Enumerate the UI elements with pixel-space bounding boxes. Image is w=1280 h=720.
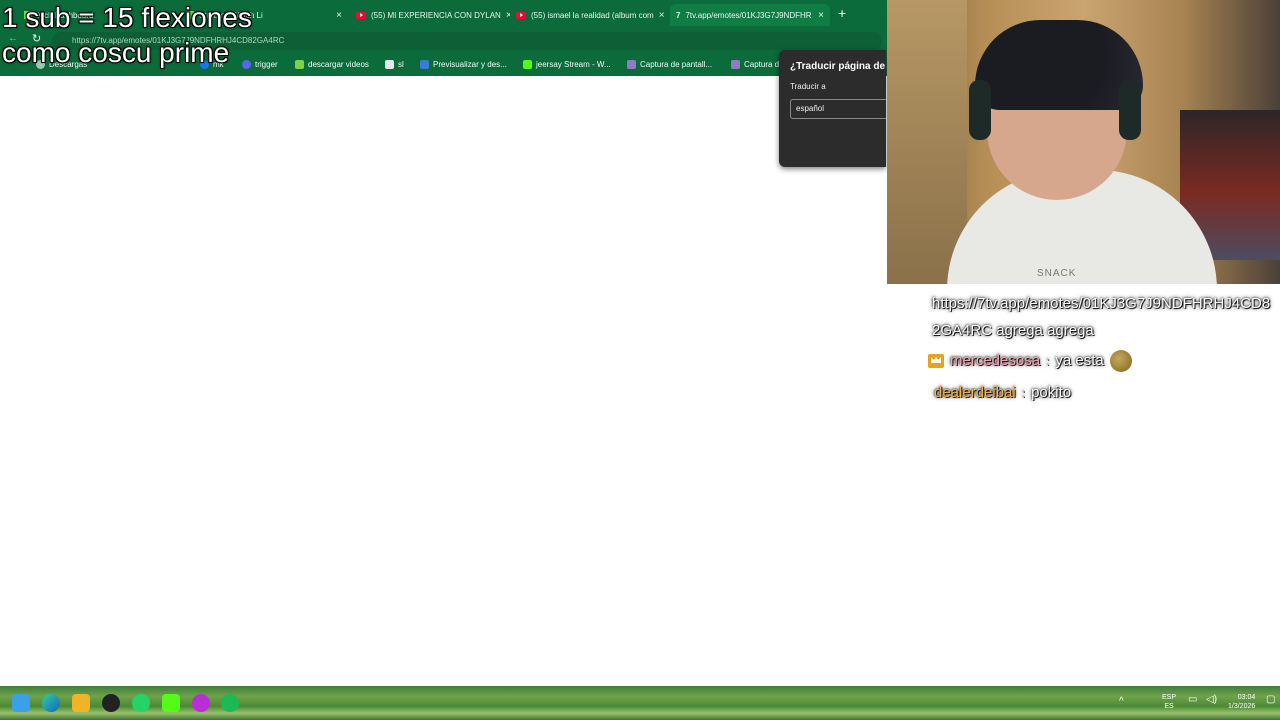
bookmark-label: descargar videos [308,59,369,69]
bookmark-label: Previsualizar y des... [433,59,507,69]
chat-message: dealerdeibai : pokito [934,380,1071,406]
volume-icon[interactable]: ◁) [1206,694,1217,705]
tab-ismael[interactable]: (55) ismael la realidad (album com × [510,4,670,26]
obs-icon[interactable] [102,694,120,712]
headset-icon [1119,80,1141,140]
tab-mi-experiencia[interactable]: (55) MI EXPERIENCIA CON DYLAN × [350,4,510,26]
chat-message: mercedesosa : ya esta [928,348,1132,374]
clock-date: 1/3/2026 [1228,703,1256,710]
notification-icon[interactable]: ▢ [1266,694,1275,705]
translate-popup: ¿Traducir página de Traducir a español [779,50,886,167]
bandana [975,20,1143,110]
keyboard-code: ES [1164,703,1174,710]
translate-to-label: Traducir a [790,82,826,91]
tab-label: (55) MI EXPERIENCIA CON DYLAN [371,10,501,20]
bookmark-label: Captura d [744,59,780,69]
discord-icon [242,59,251,69]
close-icon[interactable]: × [659,10,665,21]
close-icon[interactable]: × [336,10,342,21]
chat-separator: : [1046,354,1050,368]
tab-label: (55) ismael la realidad (album com [531,10,654,20]
close-icon[interactable]: × [818,10,824,21]
spotify-icon[interactable] [221,694,239,712]
bookmark-captura-1[interactable]: Captura de pantall... [627,56,712,72]
app-icon[interactable] [192,694,210,712]
crown-icon [928,354,944,368]
new-tab-button[interactable]: + [838,5,846,21]
chat-username: mercedesosa [950,352,1041,369]
bookmark-trigger[interactable]: trigger [242,56,278,72]
bookmark-sl[interactable]: sl [385,56,404,72]
7tv-icon: 7 [676,10,681,20]
youtube-icon [356,11,366,19]
chat-text: pokito [1031,384,1072,401]
language-indicator[interactable]: ESP ES [1162,693,1176,711]
clock-time: 03:04 [1237,694,1256,701]
kick-icon[interactable] [162,694,180,712]
language-select[interactable]: español [790,99,886,119]
chat-username: dealerdeibai [934,384,1016,401]
youtube-icon [516,11,526,19]
tab-7tv[interactable]: 7 7tv.app/emotes/01KJ3G7J9NDFHR × [670,4,830,26]
bookmark-label: trigger [255,59,278,69]
edge-icon[interactable] [42,694,60,712]
bookmark-captura-2[interactable]: Captura d [731,56,779,72]
translate-title: ¿Traducir página de [790,61,886,72]
chat-message: https://7tv.app/emotes/01KJ3G7J9NDFHRHJ4… [932,295,1271,339]
shirt-text: SNACK [1037,268,1077,279]
bookmark-previsualizar[interactable]: Previsualizar y des... [420,56,507,72]
headset-icon [969,80,991,140]
bookmark-descargar-videos[interactable]: descargar videos [295,56,369,72]
whatsapp-icon[interactable] [132,694,150,712]
tab-label: 7tv.app/emotes/01KJ3G7J9NDFHR [685,10,812,20]
chevron-up-icon[interactable]: ^ [1119,696,1124,707]
feather-icon [627,59,636,69]
bookmark-label: Captura de pantall... [640,59,713,69]
webcam-background [887,0,967,284]
bookmark-label: sl [398,59,404,69]
rp-icon [420,59,429,69]
network-icon[interactable]: ▭ [1188,694,1197,705]
lang-code: ESP [1162,694,1177,701]
overlay-title: 1 sub = 15 flexiones [2,2,252,33]
chat-text: ya esta [1055,352,1104,369]
download-arrow-icon [295,59,304,69]
overlay-subtitle: como coscu prime [2,37,230,68]
kick-icon [523,59,532,69]
windows-start-icon[interactable] [12,694,30,712]
emote-icon [1109,350,1132,372]
webcam-feed: SNACK [887,0,1280,284]
clock[interactable]: 03:04 1/3/2026 [1228,693,1255,711]
app-icon [385,59,394,69]
file-explorer-icon[interactable] [72,694,90,712]
taskbar: ^ ESP ES ▭ ◁) 03:04 1/3/2026 ▢ [0,686,1280,720]
chat-separator: : [1021,386,1026,400]
page-content [2,76,886,684]
bookmark-label: jeersay Stream - W... [536,59,611,69]
bookmark-jeersay[interactable]: jeersay Stream - W... [523,56,611,72]
feather-icon [731,59,740,69]
